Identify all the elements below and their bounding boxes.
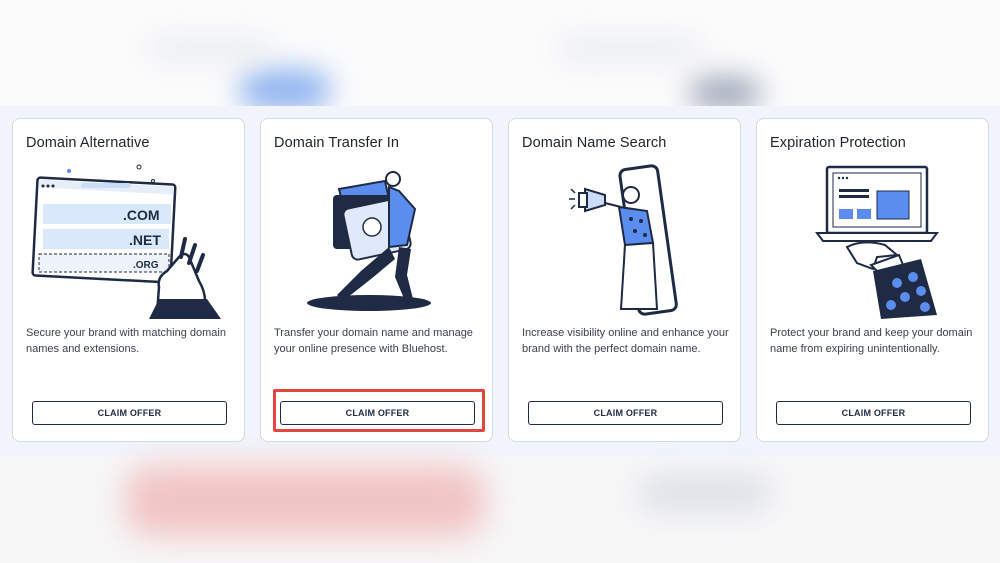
domain-transfer-illustration [277,159,477,319]
card-description: Transfer your domain name and manage you… [274,327,473,355]
card-description: Increase visibility online and enhance y… [522,327,729,355]
net-label: .NET [129,232,161,248]
card-description: Secure your brand with matching domain n… [26,327,226,355]
offer-card-domain-transfer-in: Domain Transfer In Transfer your domain … [260,118,493,442]
card-title: Expiration Protection [770,135,906,151]
com-label: .COM [123,207,160,223]
card-title: Domain Transfer In [274,135,400,151]
org-label: .ORG [133,260,159,271]
offer-card-expiration-protection: Expiration Protection Protect your brand… [756,118,989,442]
card-title: Domain Alternative [26,135,150,151]
offer-card-domain-alternative: Domain Alternative .COM .NET .ORG Secure… [12,118,245,442]
card-description: Protect your brand and keep your domain … [770,327,973,355]
claim-offer-button[interactable]: CLAIM OFFER [776,401,971,425]
background-header [0,0,1000,110]
claim-offer-button[interactable]: CLAIM OFFER [280,401,475,425]
domain-extensions-illustration: .COM .NET .ORG [29,159,229,319]
offer-card-domain-name-search: Domain Name Search Increase visibility o… [508,118,741,442]
claim-offer-button[interactable]: CLAIM OFFER [528,401,723,425]
background-footer [0,456,1000,563]
card-title: Domain Name Search [522,135,667,151]
claim-offer-button[interactable]: CLAIM OFFER [32,401,227,425]
domain-search-illustration [525,159,725,319]
expiration-protection-illustration [773,159,973,319]
